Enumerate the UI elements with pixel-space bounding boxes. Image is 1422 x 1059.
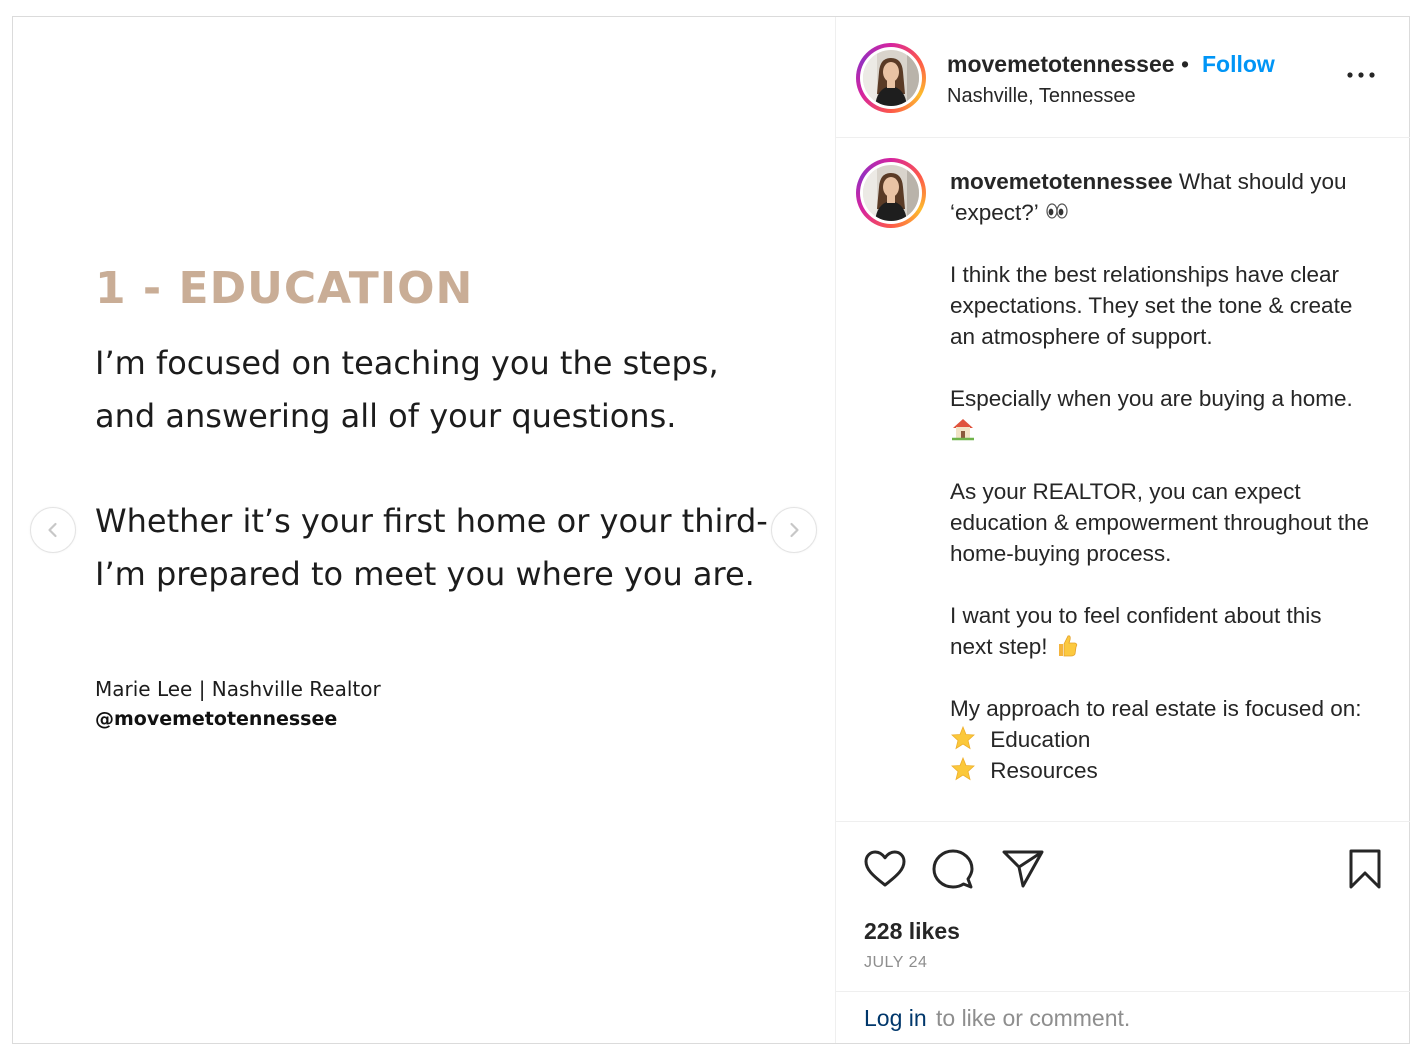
caption-list-item: Resources <box>950 755 1370 786</box>
login-prompt-text: to like or comment. <box>936 1005 1131 1031</box>
comment-button[interactable] <box>930 846 976 892</box>
caption-list-item-label: Education <box>990 727 1091 752</box>
more-options-icon <box>1347 72 1375 78</box>
post-date[interactable]: JULY 24 <box>864 954 927 972</box>
caption-paragraph-2: I think the best relationships have clea… <box>950 262 1353 349</box>
follow-button[interactable]: Follow <box>1202 51 1275 78</box>
thumbs-up-emoji <box>1058 635 1078 657</box>
previous-slide-button[interactable] <box>30 507 76 553</box>
post-sidebar: movemetotennessee • Follow Nashville, Te… <box>835 17 1410 1043</box>
slide-paragraph-1: I’m focused on teaching you the steps, a… <box>95 344 719 435</box>
eyes-emoji <box>1046 203 1068 219</box>
post-header: movemetotennessee • Follow Nashville, Te… <box>836 17 1410 138</box>
bookmark-icon <box>1349 849 1381 889</box>
post-media: 1 - EDUCATION I’m focused on teaching yo… <box>13 17 835 1043</box>
likes-count[interactable]: 228 likes <box>864 918 960 945</box>
next-slide-button[interactable] <box>771 507 817 553</box>
slide-title: 1 - EDUCATION <box>95 263 474 314</box>
caption-paragraph-3: Especially when you are buying a home. <box>950 386 1353 411</box>
caption-paragraph-5: I want you to feel confident about this … <box>950 603 1322 659</box>
comment-icon <box>932 849 974 889</box>
header-username[interactable]: movemetotennessee <box>947 51 1175 78</box>
chevron-right-icon <box>790 522 799 538</box>
chevron-left-icon <box>48 522 57 538</box>
post-frame: 1 - EDUCATION I’m focused on teaching yo… <box>12 16 1410 1044</box>
slide-signature: Marie Lee | Nashville Realtor <box>95 677 381 701</box>
avatar[interactable] <box>856 43 926 113</box>
heart-icon <box>864 850 906 887</box>
caption-list-item-label: Resources <box>990 758 1098 783</box>
login-link[interactable]: Log in <box>864 1005 927 1032</box>
star-emoji <box>951 725 975 750</box>
share-icon <box>1002 850 1044 888</box>
slide-paragraph-2: Whether it’s your first home or your thi… <box>95 502 768 593</box>
more-options-button[interactable] <box>1344 63 1378 87</box>
login-prompt: Log in to like or comment. <box>836 991 1410 1043</box>
caption-paragraph-6: My approach to real estate is focused on… <box>950 696 1362 721</box>
caption-text: movemetotennessee What should you ‘expec… <box>950 166 1370 786</box>
star-emoji <box>951 756 975 781</box>
slide-handle: @movemetotennessee <box>95 708 338 730</box>
caption-list-item: Education <box>950 724 1370 755</box>
caption-avatar[interactable] <box>856 158 926 228</box>
header-separator: • <box>1181 51 1190 77</box>
house-emoji <box>952 419 974 441</box>
caption-area: movemetotennessee What should you ‘expec… <box>836 139 1410 821</box>
action-bar: 228 likes JULY 24 <box>836 821 1410 991</box>
like-button[interactable] <box>862 846 908 892</box>
profile-photo <box>863 165 919 221</box>
caption-paragraph-4: As your REALTOR, you can expect educatio… <box>950 479 1370 566</box>
caption-username[interactable]: movemetotennessee <box>950 169 1173 194</box>
save-button[interactable] <box>1342 846 1388 892</box>
profile-photo <box>863 50 919 106</box>
header-location[interactable]: Nashville, Tennessee <box>947 85 1136 108</box>
share-button[interactable] <box>1000 846 1046 892</box>
